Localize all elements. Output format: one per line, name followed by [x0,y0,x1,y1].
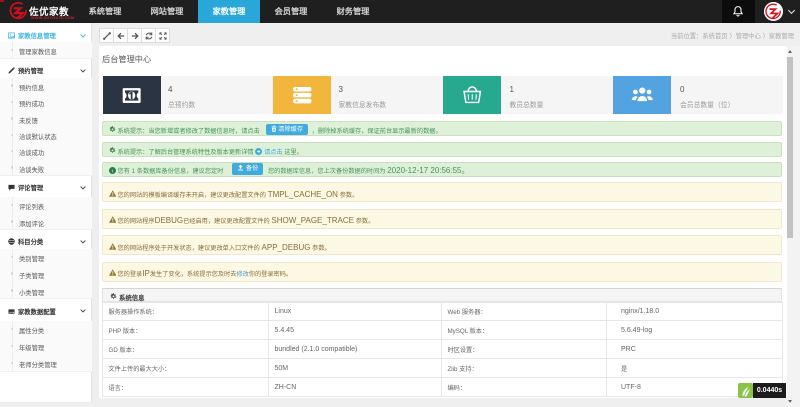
svg-text:i: i [111,168,112,174]
